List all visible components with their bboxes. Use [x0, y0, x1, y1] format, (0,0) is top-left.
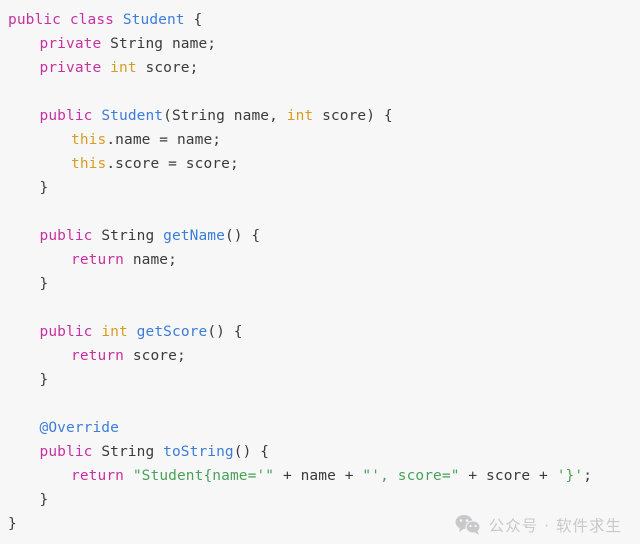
code-token-plain: { [184, 12, 203, 28]
code-token-plain: () { [207, 324, 243, 340]
code-token-kw: public [39, 444, 93, 460]
code-line: public String toString() { [0, 440, 640, 464]
code-token-plain: String name; [101, 36, 217, 52]
code-token-kw: private [39, 60, 102, 76]
code-line: } [0, 272, 640, 296]
code-token-this: this [71, 132, 107, 148]
code-line: this.score = score; [0, 152, 640, 176]
code-token-plain: name; [123, 252, 177, 268]
code-token-kw: private [39, 36, 102, 52]
code-token-kw: public [39, 324, 93, 340]
code-line: public int getScore() { [0, 320, 640, 344]
code-token-kw: return [71, 252, 124, 268]
code-token-type: getScore [136, 324, 208, 340]
code-line: private int score; [0, 56, 640, 80]
code-token-type: Student [122, 12, 185, 28]
code-token-plain: } [39, 276, 49, 292]
code-line: private String name; [0, 32, 640, 56]
code-line: } [0, 488, 640, 512]
code-line: @Override [0, 416, 640, 440]
code-token-plain: String [92, 444, 164, 460]
code-token-plain: score; [123, 348, 186, 364]
code-block: public class Student {private String nam… [0, 0, 640, 536]
code-line: return score; [0, 344, 640, 368]
code-token-plain: } [39, 492, 49, 508]
code-token-plain: + name + [274, 468, 363, 484]
code-token-kw: public [39, 108, 93, 124]
code-line: } [0, 368, 640, 392]
code-token-type: Student [101, 108, 164, 124]
code-token-plain: () { [224, 228, 261, 244]
code-line: return name; [0, 248, 640, 272]
code-token-plain: String [92, 228, 164, 244]
code-line: } [0, 512, 640, 536]
code-token-plain: ; [583, 468, 593, 484]
code-token-anno: @Override [39, 420, 119, 436]
code-token-plain: score) { [313, 108, 393, 124]
code-token-plain: score; [136, 60, 199, 76]
code-token-plain: .name = name; [106, 132, 222, 148]
code-line: public Student(String name, int score) { [0, 104, 640, 128]
code-token-kw: return [71, 348, 124, 364]
code-token-prim: int [101, 324, 128, 340]
code-token-kw: return [71, 468, 124, 484]
code-line: } [0, 176, 640, 200]
code-token-kw: class [69, 12, 114, 28]
code-token-plain: } [8, 516, 17, 532]
code-token-str: "Student{name='" [132, 468, 275, 484]
code-token-prim: int [286, 108, 314, 124]
code-token-plain: .score = score; [106, 156, 239, 172]
code-token-str: '}' [556, 468, 584, 484]
code-token-plain: + score + [459, 468, 557, 484]
code-token-plain: () { [233, 444, 270, 460]
code-token-type: getName [163, 228, 225, 244]
code-token-plain: (String name, [163, 108, 287, 124]
code-line: this.name = name; [0, 128, 640, 152]
code-token-kw: public [8, 12, 61, 28]
code-line: return "Student{name='" + name + "', sco… [0, 464, 640, 488]
code-token-plain: } [39, 180, 49, 196]
code-token-prim: int [110, 60, 137, 76]
code-token-type: toString [163, 444, 234, 460]
code-token-kw: public [39, 228, 93, 244]
code-line: public class Student { [0, 8, 640, 32]
code-token-plain: } [39, 372, 49, 388]
code-token-str: "', score=" [362, 468, 460, 484]
code-token-this: this [71, 156, 107, 172]
code-line: public String getName() { [0, 224, 640, 248]
